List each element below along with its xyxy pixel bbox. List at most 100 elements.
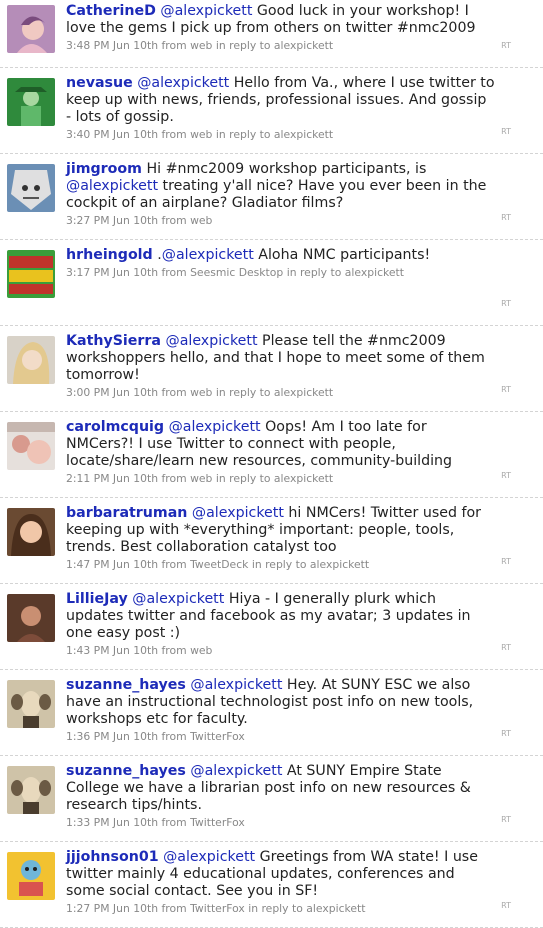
- tweet-timestamp[interactable]: 3:00 PM Jun 10th: [66, 386, 158, 399]
- avatar-suzanne-hayes[interactable]: [7, 766, 55, 814]
- tweet-source[interactable]: TwitterFox: [190, 902, 245, 915]
- tweet-source[interactable]: web: [190, 644, 212, 657]
- retweet-button[interactable]: RT: [501, 213, 511, 222]
- tweet-item: suzanne_hayes @alexpickett Hey. At SUNY …: [0, 670, 543, 756]
- tweet-source[interactable]: web: [190, 128, 212, 141]
- tweet-source[interactable]: web: [190, 472, 212, 485]
- tweet-mention[interactable]: @alexpickett: [163, 849, 255, 865]
- tweet-reply-to[interactable]: alexpickett: [274, 128, 333, 141]
- tweet-mention[interactable]: @alexpickett: [137, 75, 229, 91]
- tweet-mention[interactable]: @alexpickett: [190, 677, 282, 693]
- tweet-mention[interactable]: @alexpickett: [160, 3, 252, 19]
- tweet-timestamp[interactable]: 3:40 PM Jun 10th: [66, 128, 158, 141]
- retweet-button[interactable]: RT: [501, 557, 511, 566]
- tweet-timeline: CatherineD @alexpickett Good luck in you…: [0, 0, 543, 928]
- retweet-button[interactable]: RT: [501, 901, 511, 910]
- tweet-content: carolmcquig @alexpickett Oops! Am I too …: [66, 419, 496, 486]
- tweet-timestamp[interactable]: 1:47 PM Jun 10th: [66, 558, 158, 571]
- avatar-lilliejay[interactable]: [7, 594, 55, 642]
- tweet-item: barbaratruman @alexpickett hi NMCers! Tw…: [0, 498, 543, 584]
- tweet-item: KathySierra @alexpickett Please tell the…: [0, 326, 543, 412]
- tweet-username[interactable]: KathySierra: [66, 333, 161, 349]
- tweet-mention[interactable]: @alexpickett: [192, 505, 284, 521]
- retweet-button[interactable]: RT: [501, 385, 511, 394]
- tweet-timestamp[interactable]: 3:48 PM Jun 10th: [66, 39, 158, 52]
- avatar-carolmcquig[interactable]: [7, 422, 55, 470]
- tweet-reply-prefix: in reply to: [286, 266, 342, 279]
- avatar-jimgroom[interactable]: [7, 164, 55, 212]
- tweet-username[interactable]: LillieJay: [66, 591, 128, 607]
- avatar-barbaratruman[interactable]: [7, 508, 55, 556]
- retweet-button[interactable]: RT: [501, 471, 511, 480]
- tweet-reply-to[interactable]: alexpickett: [274, 386, 333, 399]
- tweet-item: LillieJay @alexpickett Hiya - I generall…: [0, 584, 543, 670]
- tweet-username[interactable]: carolmcquig: [66, 419, 164, 435]
- tweet-via: from: [161, 39, 187, 52]
- tweet-source[interactable]: web: [190, 214, 212, 227]
- tweet-mention[interactable]: @alexpickett: [162, 247, 254, 263]
- tweet-mention[interactable]: @alexpickett: [169, 419, 261, 435]
- tweet-meta: 3:27 PM Jun 10th from web: [66, 214, 496, 228]
- avatar-suzanne-hayes[interactable]: [7, 680, 55, 728]
- tweet-via: from: [161, 730, 187, 743]
- tweet-source[interactable]: web: [190, 39, 212, 52]
- tweet-username[interactable]: hrheingold: [66, 247, 153, 263]
- tweet-username[interactable]: suzanne_hayes: [66, 763, 186, 779]
- tweet-reply-to[interactable]: alexpickett: [310, 558, 369, 571]
- tweet-source[interactable]: TwitterFox: [190, 730, 245, 743]
- tweet-username[interactable]: barbaratruman: [66, 505, 187, 521]
- avatar-kathysierra[interactable]: [7, 336, 55, 384]
- tweet-username[interactable]: nevasue: [66, 75, 133, 91]
- avatar-hrheingold[interactable]: [7, 250, 55, 298]
- retweet-button[interactable]: RT: [501, 815, 511, 824]
- tweet-item: carolmcquig @alexpickett Oops! Am I too …: [0, 412, 543, 498]
- tweet-item: hrheingold .@alexpickett Aloha NMC parti…: [0, 240, 543, 326]
- tweet-reply-prefix: in reply to: [215, 128, 271, 141]
- tweet-username[interactable]: suzanne_hayes: [66, 677, 186, 693]
- tweet-timestamp[interactable]: 3:17 PM Jun 10th: [66, 266, 158, 279]
- retweet-button[interactable]: RT: [501, 41, 511, 50]
- tweet-via: from: [161, 386, 187, 399]
- tweet-timestamp[interactable]: 1:43 PM Jun 10th: [66, 644, 158, 657]
- tweet-timestamp[interactable]: 3:27 PM Jun 10th: [66, 214, 158, 227]
- retweet-button[interactable]: RT: [501, 729, 511, 738]
- tweet-reply-to[interactable]: alexpickett: [274, 472, 333, 485]
- retweet-button[interactable]: RT: [501, 299, 511, 308]
- tweet-timestamp[interactable]: 2:11 PM Jun 10th: [66, 472, 158, 485]
- avatar-catherined[interactable]: [7, 5, 55, 53]
- tweet-mention[interactable]: @alexpickett: [190, 763, 282, 779]
- tweet-meta: 2:11 PM Jun 10th from web in reply to al…: [66, 472, 496, 486]
- tweet-content: suzanne_hayes @alexpickett Hey. At SUNY …: [66, 677, 496, 744]
- tweet-timestamp[interactable]: 1:33 PM Jun 10th: [66, 816, 158, 829]
- tweet-source[interactable]: TweetDeck: [190, 558, 248, 571]
- tweet-via: from: [161, 816, 187, 829]
- tweet-username[interactable]: jjjohnson01: [66, 849, 159, 865]
- tweet-reply-prefix: in reply to: [215, 386, 271, 399]
- tweet-reply-to[interactable]: alexpickett: [345, 266, 404, 279]
- tweet-item: jimgroom Hi #nmc2009 workshop participan…: [0, 154, 543, 240]
- tweet-meta: 1:33 PM Jun 10th from TwitterFox: [66, 816, 496, 830]
- tweet-meta: 1:43 PM Jun 10th from web: [66, 644, 496, 658]
- tweet-timestamp[interactable]: 1:27 PM Jun 10th: [66, 902, 158, 915]
- retweet-button[interactable]: RT: [501, 127, 511, 136]
- tweet-item: CatherineD @alexpickett Good luck in you…: [0, 0, 543, 68]
- tweet-content: suzanne_hayes @alexpickett At SUNY Empir…: [66, 763, 496, 830]
- avatar-nevasue[interactable]: [7, 78, 55, 126]
- tweet-source[interactable]: TwitterFox: [190, 816, 245, 829]
- tweet-source[interactable]: Seesmic Desktop: [190, 266, 283, 279]
- tweet-mention[interactable]: @alexpickett: [166, 333, 258, 349]
- tweet-text-pre: .: [152, 247, 162, 263]
- tweet-username[interactable]: CatherineD: [66, 3, 156, 19]
- avatar-jjjohnson01[interactable]: [7, 852, 55, 900]
- tweet-mention[interactable]: @alexpickett: [66, 178, 158, 194]
- tweet-timestamp[interactable]: 1:36 PM Jun 10th: [66, 730, 158, 743]
- tweet-username[interactable]: jimgroom: [66, 161, 142, 177]
- tweet-meta: 3:00 PM Jun 10th from web in reply to al…: [66, 386, 496, 400]
- tweet-source[interactable]: web: [190, 386, 212, 399]
- retweet-button[interactable]: RT: [501, 643, 511, 652]
- tweet-content: CatherineD @alexpickett Good luck in you…: [66, 3, 496, 53]
- tweet-reply-to[interactable]: alexpickett: [274, 39, 333, 52]
- tweet-mention[interactable]: @alexpickett: [132, 591, 224, 607]
- tweet-reply-to[interactable]: alexpickett: [306, 902, 365, 915]
- tweet-via: from: [161, 558, 187, 571]
